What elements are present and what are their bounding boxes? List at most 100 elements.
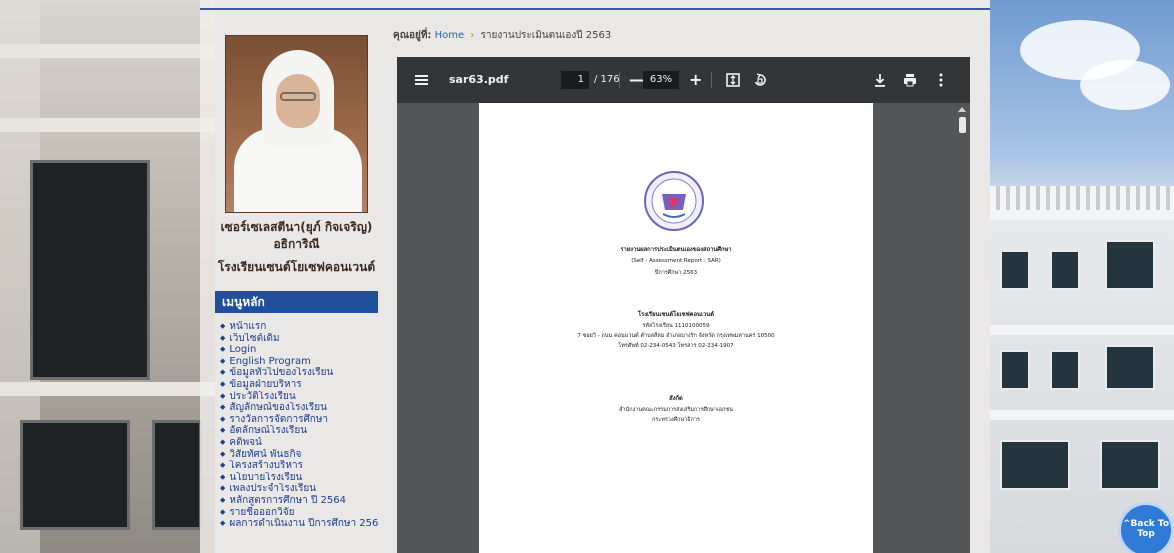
toolbar-divider — [619, 72, 620, 88]
menu-item[interactable]: ◆ อัตลักษณ์โรงเรียน — [220, 425, 378, 437]
menu-item[interactable]: ◆ คติพจน์ — [220, 437, 378, 449]
diamond-bullet-icon: ◆ — [220, 356, 226, 365]
menu-item[interactable]: ◆ เว็บไซต์เดิม — [220, 333, 378, 345]
breadcrumb: คุณอยู่ที่: Home › รายงานประเมินตนเองปี … — [393, 26, 973, 46]
menu-item-label: ผลการดำเนินงาน ปีการศึกษา 2563 — [229, 518, 378, 530]
print-icon[interactable] — [901, 57, 919, 103]
more-vert-icon[interactable] — [932, 57, 950, 103]
director-name: เซอร์เซเลสตีนา(ยุภ์ กิจเจริญ) — [220, 220, 373, 234]
menu-item[interactable]: ◆ วิสัยทัศน์ พันธกิจ — [220, 449, 378, 461]
menu-item-label: Login — [229, 344, 257, 356]
diamond-bullet-icon: ◆ — [220, 391, 226, 400]
menu-item-label: รายชื่อออกวิจัย — [229, 506, 295, 518]
diamond-bullet-icon: ◆ — [220, 368, 226, 377]
menu-item[interactable]: ◆ ข้อมูลทั่วไปของโรงเรียน — [220, 367, 378, 379]
diamond-bullet-icon: ◆ — [220, 495, 226, 504]
diamond-bullet-icon: ◆ — [220, 507, 226, 516]
menu-item-label: นโยบายโรงเรียน — [229, 471, 303, 483]
breadcrumb-separator: › — [470, 30, 475, 41]
diamond-bullet-icon: ◆ — [220, 403, 226, 412]
menu-item-label: สัญลักษณ์ของโรงเรียน — [229, 402, 327, 414]
page-number-input[interactable]: 1 — [561, 71, 589, 89]
menu-item[interactable]: ◆ เพลงประจำโรงเรียน — [220, 483, 378, 495]
zoom-level-input[interactable]: 63% — [643, 71, 679, 89]
zoom-in-button[interactable]: + — [689, 57, 702, 103]
main-menu-header: เมนูหลัก — [215, 291, 378, 313]
pdf-viewer: sar63.pdf 1 / 176 — 63% + รายงานผลการประ… — [397, 57, 970, 553]
diamond-bullet-icon: ◆ — [220, 426, 226, 435]
doc-title-thai: รายงานผลการประเมินตนเองของสถานศึกษา — [620, 247, 732, 253]
menu-item[interactable]: ◆ ข้อมูลฝ่ายบริหาร — [220, 379, 378, 391]
menu-item-label: เว็บไซต์เดิม — [229, 332, 280, 344]
diamond-bullet-icon: ◆ — [220, 472, 226, 481]
menu-item[interactable]: ◆ โครงสร้างบริหาร — [220, 460, 378, 472]
menu-item[interactable]: ◆ หลักสูตรการศึกษา ปี 2564 — [220, 495, 378, 507]
menu-item-label: หน้าแรก — [229, 321, 267, 332]
back-to-top-button[interactable]: ^Back To Top — [1118, 502, 1174, 553]
school-logo — [644, 171, 704, 231]
menu-item-label: หลักสูตรการศึกษา ปี 2564 — [229, 494, 346, 506]
menu-item-label: โครงสร้างบริหาร — [229, 460, 303, 472]
menu-item[interactable]: ◆ หน้าแรก — [220, 321, 378, 333]
menu-item-label: เพลงประจำโรงเรียน — [229, 483, 317, 495]
menu-item-label: อัตลักษณ์โรงเรียน — [229, 425, 308, 437]
scroll-up-arrow-icon[interactable] — [958, 107, 966, 112]
diamond-bullet-icon: ◆ — [220, 345, 226, 354]
diamond-bullet-icon: ◆ — [220, 449, 226, 458]
breadcrumb-current: รายงานประเมินตนเองปี 2563 — [480, 30, 612, 41]
download-icon[interactable] — [871, 57, 889, 103]
breadcrumb-label: คุณอยู่ที่: — [393, 30, 432, 41]
menu-item-label: ข้อมูลทั่วไปของโรงเรียน — [229, 367, 334, 379]
menu-item[interactable]: ◆ รายชื่อออกวิจัย — [220, 507, 378, 519]
doc-year: ปีการศึกษา 2563 — [654, 270, 698, 276]
back-to-top-label-line2: Top — [1137, 529, 1155, 539]
pdf-filename: sar63.pdf — [449, 73, 509, 86]
menu-item[interactable]: ◆ รางวัลการจัดการศึกษา — [220, 414, 378, 426]
director-portrait — [225, 35, 368, 213]
doc-school-code: รหัสโรงเรียน 1110100059 — [642, 323, 710, 329]
top-frame-line — [200, 8, 990, 10]
menu-item[interactable]: ◆ Login — [220, 344, 378, 356]
menu-item-label: English Program — [229, 355, 311, 367]
menu-item-label: วิสัยทัศน์ พันธกิจ — [229, 448, 302, 460]
pdf-page: รายงานผลการประเมินตนเองของสถานศึกษา (Sel… — [479, 103, 873, 553]
scroll-thumb[interactable] — [959, 117, 966, 133]
pdf-scrollbar[interactable] — [954, 103, 970, 553]
diamond-bullet-icon: ◆ — [220, 461, 226, 470]
breadcrumb-home-link[interactable]: Home — [435, 30, 465, 41]
back-to-top-label-line1: ^Back To — [1122, 519, 1170, 529]
diamond-bullet-icon: ◆ — [220, 414, 226, 423]
doc-title-english: (Self - Assessment Report : SAR) — [631, 258, 721, 264]
diamond-bullet-icon: ◆ — [220, 437, 226, 446]
doc-under-label: สังกัด — [669, 396, 683, 402]
toolbar-divider — [711, 72, 712, 88]
menu-item[interactable]: ◆ นโยบายโรงเรียน — [220, 472, 378, 484]
menu-item[interactable]: ◆ English Program — [220, 356, 378, 368]
fit-page-icon[interactable] — [724, 57, 742, 103]
menu-item-label: รางวัลการจัดการศึกษา — [229, 413, 329, 425]
menu-item[interactable]: ◆ สัญลักษณ์ของโรงเรียน — [220, 402, 378, 414]
pdf-toolbar: sar63.pdf 1 / 176 — 63% + — [397, 57, 970, 103]
background-left-building — [0, 0, 215, 553]
diamond-bullet-icon: ◆ — [220, 322, 226, 330]
doc-address: 7 ซอยวิ - ถนน คอนแวนต์ ตำบลสีลม อำเภอบาง… — [577, 333, 775, 339]
main-menu: ◆ หน้าแรก ◆ เว็บไซต์เดิม ◆ Login ◆ English Prog… — [220, 321, 378, 530]
school-name: โรงเรียนเซนต์โยเซฟคอนเวนต์ — [217, 260, 376, 274]
menu-item[interactable]: ◆ ประวัติโรงเรียน — [220, 391, 378, 403]
doc-agency: สำนักงานคณะกรรมการส่งเสริมการศึกษาเอกชน — [619, 407, 733, 413]
sidebar: เซอร์เซเลสตีนา(ยุภ์ กิจเจริญ) อธิการิณี … — [215, 28, 378, 553]
rotate-icon[interactable] — [751, 57, 769, 103]
background-right-building — [990, 0, 1174, 553]
diamond-bullet-icon: ◆ — [220, 484, 226, 493]
menu-item-label: ข้อมูลฝ่ายบริหาร — [229, 378, 302, 390]
doc-ministry: กระทรวงศึกษาธิการ — [652, 417, 700, 423]
menu-item[interactable]: ◆ ผลการดำเนินงาน ปีการศึกษา 2563 — [220, 518, 378, 530]
page-total: / 176 — [594, 74, 620, 85]
director-role: อธิการิณี — [273, 237, 320, 251]
diamond-bullet-icon: ◆ — [220, 379, 226, 388]
hamburger-icon[interactable] — [415, 57, 429, 103]
menu-item-label: ประวัติโรงเรียน — [229, 390, 296, 402]
diamond-bullet-icon: ◆ — [220, 519, 226, 528]
diamond-bullet-icon: ◆ — [220, 333, 226, 342]
doc-school: โรงเรียนเซนต์โยเซฟคอนเวนต์ — [638, 312, 714, 318]
